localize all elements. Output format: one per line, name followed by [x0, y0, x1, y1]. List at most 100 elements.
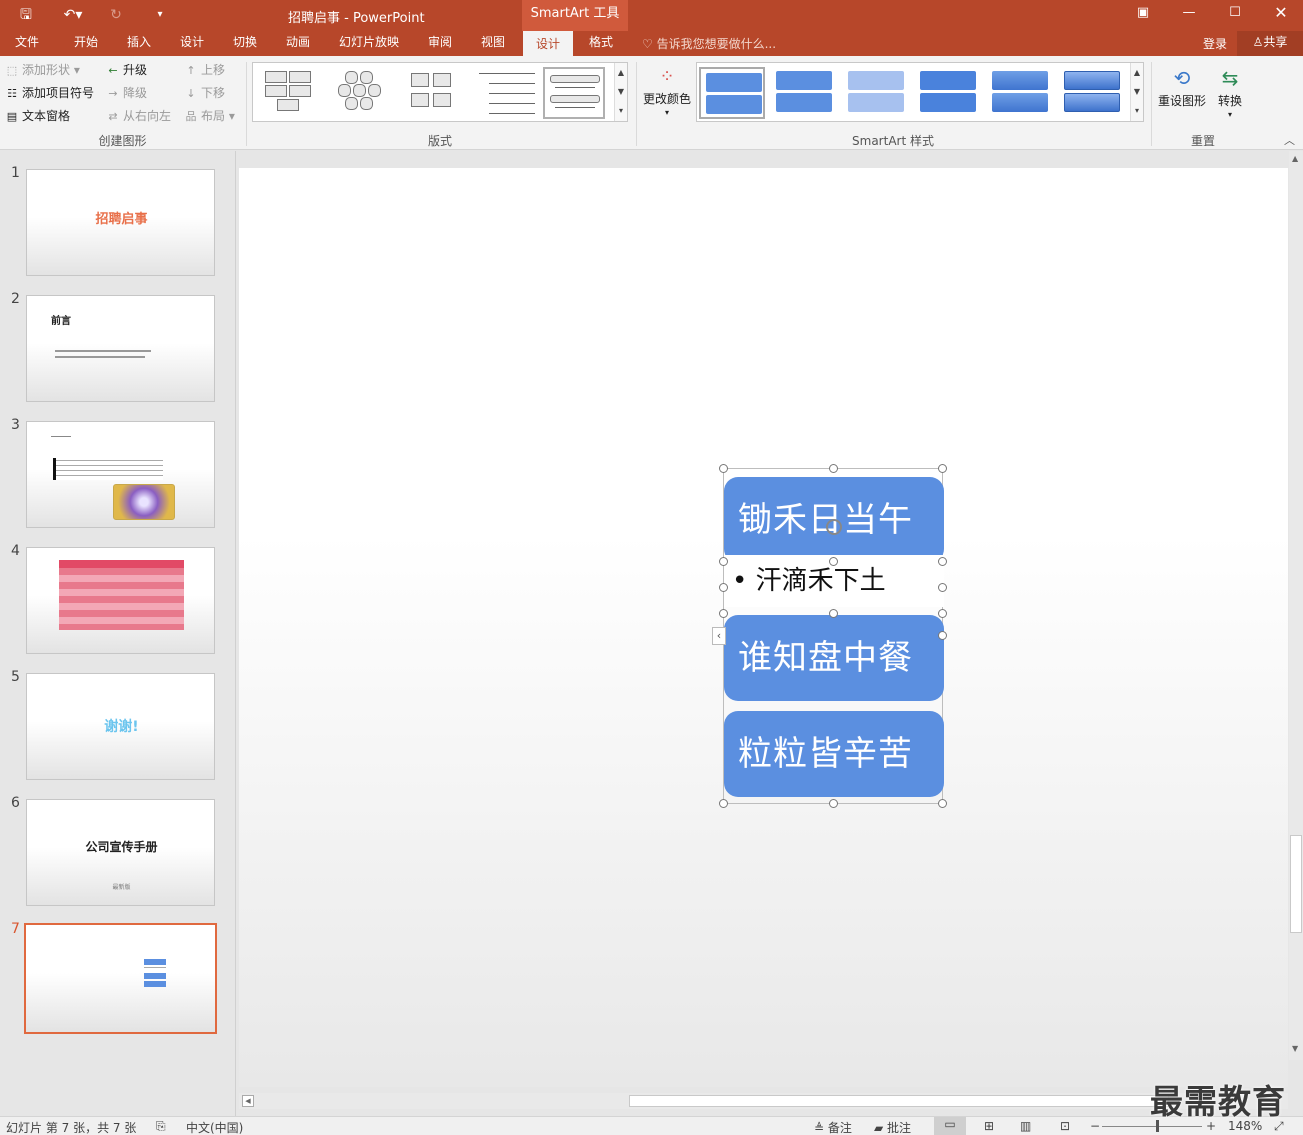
zoom-out-button[interactable]: −: [1090, 1119, 1100, 1133]
resize-handle[interactable]: [938, 583, 947, 592]
slide-thumbnail-4[interactable]: [26, 547, 215, 654]
tab-review[interactable]: 审阅: [418, 31, 462, 56]
layout-button[interactable]: 品布局 ▾: [184, 106, 235, 126]
horizontal-scrollbar[interactable]: ◀: [239, 1093, 1288, 1109]
resize-handle[interactable]: [719, 557, 728, 566]
reading-view-icon[interactable]: ▥: [1020, 1119, 1031, 1133]
minimize-button[interactable]: —: [1166, 0, 1212, 28]
slide-sorter-icon[interactable]: ⊞: [984, 1119, 994, 1133]
normal-view-icon[interactable]: ▭: [934, 1117, 966, 1135]
add-bullet-button[interactable]: ☷ 添加项目符号: [5, 83, 94, 103]
resize-handle[interactable]: [719, 609, 728, 618]
scroll-up-icon[interactable]: ▲: [1292, 154, 1298, 163]
language-status[interactable]: 中文(中国): [186, 1119, 243, 1135]
layouts-gallery[interactable]: ▲ ▼ ▾: [252, 62, 628, 122]
customize-qat-icon[interactable]: ▾: [150, 4, 170, 26]
zoom-slider[interactable]: [1102, 1126, 1202, 1127]
tab-view[interactable]: 视图: [471, 31, 515, 56]
tab-animations[interactable]: 动画: [276, 31, 320, 56]
resize-handle[interactable]: [829, 609, 838, 618]
smartart-shape-3[interactable]: 粒粒皆辛苦: [724, 711, 944, 797]
resize-handle[interactable]: [829, 557, 838, 566]
reset-group-label: 重置: [1190, 134, 1215, 148]
tab-slideshow[interactable]: 幻灯片放映: [330, 31, 408, 56]
close-button[interactable]: ✕: [1258, 0, 1303, 28]
resize-handle[interactable]: [938, 609, 947, 618]
resize-handle[interactable]: [938, 557, 947, 566]
tab-home[interactable]: 开始: [64, 31, 108, 56]
add-shape-icon: ⬚: [6, 64, 18, 77]
convert-button[interactable]: ⇆ 转换 ▾: [1210, 62, 1250, 122]
text-pane-toggle-icon[interactable]: ‹: [712, 627, 726, 645]
reset-graphic-icon: ⟲: [1173, 66, 1191, 90]
save-icon[interactable]: 🖫: [16, 4, 36, 26]
resize-handle[interactable]: [719, 799, 728, 808]
layout-option-vertical-bullets[interactable]: [543, 67, 605, 119]
collapse-ribbon-icon[interactable]: ︿: [1284, 132, 1295, 148]
move-down-button[interactable]: ↓ 下移: [184, 83, 225, 103]
reset-graphic-button[interactable]: ⟲ 重设图形: [1156, 62, 1208, 122]
tab-format[interactable]: 格式: [578, 31, 624, 56]
ribbon-display-icon[interactable]: ▣: [1120, 0, 1166, 28]
promote-button[interactable]: ← 升级: [106, 60, 147, 80]
layouts-gallery-scroll[interactable]: ▲ ▼ ▾: [614, 63, 627, 121]
smartart-styles-gallery[interactable]: ▲ ▼ ▾: [696, 62, 1144, 122]
vertical-scroll-thumb[interactable]: [1290, 835, 1302, 933]
slideshow-icon[interactable]: ⊡: [1060, 1119, 1070, 1133]
tab-design[interactable]: 设计: [170, 31, 214, 56]
style-option-polished[interactable]: [1059, 67, 1125, 119]
slide-thumbnail-6[interactable]: 公司宣传手册 最新版: [26, 799, 215, 906]
slide-thumbnail-1[interactable]: 招聘启事: [26, 169, 215, 276]
resize-handle[interactable]: [938, 631, 947, 640]
scroll-down-icon[interactable]: ▼: [1292, 1044, 1298, 1053]
vertical-scrollbar[interactable]: ▲ ▼: [1289, 151, 1303, 1060]
layout-option-blocks[interactable]: [405, 67, 467, 119]
style-option-intense[interactable]: [987, 67, 1053, 119]
scroll-left-icon[interactable]: ◀: [242, 1095, 254, 1107]
slide-thumbnail-2[interactable]: 前言: [26, 295, 215, 402]
undo-icon[interactable]: ↶▾: [58, 4, 88, 26]
resize-handle[interactable]: [938, 464, 947, 473]
spellcheck-icon[interactable]: ⎘: [156, 1119, 166, 1134]
smartart-graphic[interactable]: 锄禾日当午 • 汗滴禾下土 谁知盘中餐 粒粒皆辛苦 ‹: [712, 464, 947, 808]
move-up-button[interactable]: ↑ 上移: [184, 60, 225, 80]
style-option-light[interactable]: [843, 67, 909, 119]
tab-insert[interactable]: 插入: [117, 31, 161, 56]
tab-file[interactable]: 文件: [6, 31, 48, 56]
layout-option-grid[interactable]: [261, 67, 323, 119]
slide-canvas[interactable]: 锄禾日当午 • 汗滴禾下土 谁知盘中餐 粒粒皆辛苦 ‹: [239, 168, 1288, 1087]
slide-thumbnail-5[interactable]: 谢谢!: [26, 673, 215, 780]
layout-option-hexagon[interactable]: [333, 67, 395, 119]
add-shape-button[interactable]: ⬚ 添加形状 ▾: [5, 60, 80, 80]
maximize-button[interactable]: ☐: [1212, 0, 1258, 28]
style-option-simple[interactable]: [699, 67, 765, 119]
slide-thumbnail-7[interactable]: [24, 923, 217, 1034]
style-option-moderate[interactable]: [915, 67, 981, 119]
right-to-left-button[interactable]: ⇄ 从右向左: [106, 106, 171, 126]
style-option-flat[interactable]: [771, 67, 837, 119]
styles-gallery-scroll[interactable]: ▲ ▼ ▾: [1130, 63, 1143, 121]
login-link[interactable]: 登录: [1203, 35, 1227, 52]
text-pane-button[interactable]: ▤ 文本窗格: [5, 106, 70, 126]
resize-handle[interactable]: [829, 799, 838, 808]
horizontal-scroll-thumb[interactable]: [629, 1095, 1169, 1107]
demote-button[interactable]: → 降级: [106, 83, 147, 103]
share-button[interactable]: ♙共享: [1237, 31, 1303, 56]
rotate-handle-icon[interactable]: [826, 519, 842, 535]
thumb-subtitle: 最新版: [112, 884, 131, 891]
resize-handle[interactable]: [719, 583, 728, 592]
tab-smartart-design[interactable]: 设计: [523, 31, 573, 56]
resize-handle[interactable]: [938, 799, 947, 808]
smartart-shape-2[interactable]: 谁知盘中餐: [724, 615, 944, 701]
slide-thumbnail-3[interactable]: [26, 421, 215, 528]
notes-button[interactable]: ≜ 备注: [814, 1119, 852, 1135]
tell-me-search[interactable]: ♡ 告诉我您想要做什么...: [642, 35, 776, 52]
redo-icon[interactable]: ↻: [106, 4, 126, 26]
layout-option-lines[interactable]: [475, 67, 537, 119]
org-chart-icon: 品: [185, 110, 197, 123]
resize-handle[interactable]: [829, 464, 838, 473]
change-colors-button[interactable]: ⁘ 更改颜色 ▾: [642, 62, 692, 122]
comments-button[interactable]: ▰ 批注: [874, 1119, 911, 1135]
resize-handle[interactable]: [719, 464, 728, 473]
tab-transitions[interactable]: 切换: [223, 31, 267, 56]
